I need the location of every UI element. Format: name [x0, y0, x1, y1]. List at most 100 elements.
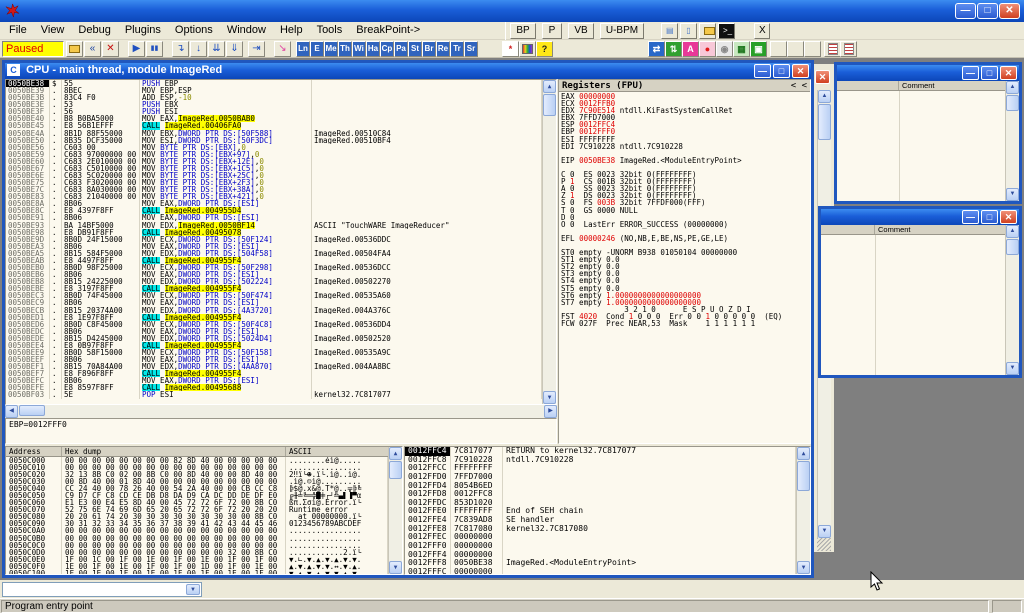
scroll-down-button[interactable]: ▼	[543, 391, 556, 404]
disasm-row[interactable]: 0050BEF1.8B15 70A84A00MOV EDX,DWORD PTR …	[6, 363, 542, 370]
menu-item-plugins[interactable]: Plugins	[118, 22, 168, 40]
column-header-blank[interactable]	[821, 225, 875, 234]
registers-header-buttons[interactable]: < <	[791, 80, 807, 92]
dump-row[interactable]: 0050C0F01E 00 1F 00 1E 00 1F 00 1F 00 1D…	[6, 563, 388, 570]
disasm-row[interactable]: 0050BEC9.8B06MOV EAX,DWORD PTR DS:[ESI]	[6, 299, 542, 306]
disasm-row[interactable]: 0050BEEF.8B06MOV EAX,DWORD PTR DS:[ESI]	[6, 356, 542, 363]
dump-column-headers[interactable]: Address Hex dump ASCII	[6, 447, 402, 457]
column-header-blank[interactable]	[837, 81, 899, 90]
run-button[interactable]: ▶	[128, 41, 145, 57]
restore-button[interactable]: □	[977, 3, 998, 19]
toolbar-pane-button-me[interactable]: Me	[324, 41, 338, 57]
toolbar-pane-button-pa[interactable]: Pa	[394, 41, 408, 57]
registers-header[interactable]: Registers (FPU) < <	[559, 80, 810, 92]
comment-window-middle-scrollbar[interactable]: ▲ ▼	[1005, 225, 1019, 375]
app-title-bar[interactable]: — □ ✕	[0, 0, 1024, 22]
disassembly-vscrollbar[interactable]: ▲ ▼	[542, 80, 556, 404]
disasm-row[interactable]: 0050BEDE.8B15 D4245000MOV EDX,DWORD PTR …	[6, 335, 542, 342]
disasm-row[interactable]: 0050BE98.E8 DB91F8FFCALL ImageRed.004950…	[6, 229, 542, 236]
background-window-close-button[interactable]: ✕	[815, 70, 830, 84]
minimize-button[interactable]: —	[962, 66, 979, 80]
menu-item-breakpoint[interactable]: BreakPoint->	[349, 22, 427, 40]
stack-row[interactable]: 0012FFDC853D1020	[405, 499, 796, 508]
command-combobox[interactable]: ▼	[2, 582, 202, 597]
scroll-thumb[interactable]	[543, 94, 556, 116]
disasm-row[interactable]: 0050BEDC.8B06MOV EAX,DWORD PTR DS:[ESI]	[6, 328, 542, 335]
help-icon[interactable]: ?	[536, 41, 553, 57]
dump-row[interactable]: 0050C07052 75 6E 74 69 6D 65 20 65 72 72…	[6, 506, 388, 513]
open-file-button[interactable]	[66, 41, 83, 57]
disasm-row[interactable]: 0050BE40.B8 B0BA5000MOV EAX,ImageRed.005…	[6, 115, 542, 122]
menu-item-debug[interactable]: Debug	[71, 22, 117, 40]
toolbar-pane-button-wi[interactable]: Wi	[352, 41, 366, 57]
dump-row[interactable]: 0050C1001F 00 1E 00 1F 00 1E 00 1F 00 1F…	[6, 570, 388, 574]
stack-row[interactable]: 0012FFFC00000000	[405, 568, 796, 574]
disasm-row[interactable]: 0050BEC3.8B0D 74F45000MOV ECX,DWORD PTR …	[6, 292, 542, 299]
scroll-down-button[interactable]: ▼	[389, 561, 402, 574]
disasm-row[interactable]: 0050BEA3.8B06MOV EAX,DWORD PTR DS:[ESI]	[6, 243, 542, 250]
disasm-row[interactable]: 0050BE8C.E8 4397F8FFCALL ImageRed.004955…	[6, 207, 542, 214]
cpu-window-title-bar[interactable]: C CPU - main thread, module ImageRed — □…	[5, 63, 811, 79]
sync-updown-icon[interactable]: ⇅	[665, 41, 682, 57]
menu-item-tools[interactable]: Tools	[310, 22, 350, 40]
toolbar-pane-button-br[interactable]: Br	[422, 41, 436, 57]
dump-row[interactable]: 0050C00000 00 00 00 00 00 00 00 82 8D 40…	[6, 457, 388, 464]
dump-row[interactable]: 0050C03000 8D 40 00 01 8D 40 00 00 00 00…	[6, 478, 388, 485]
document-icon[interactable]: ▯	[680, 23, 697, 39]
trace-over-button[interactable]: ↓	[190, 41, 207, 57]
maximize-button[interactable]: □	[981, 66, 998, 80]
dump-row[interactable]: 0050C0B000 00 00 00 00 00 00 00 00 00 00…	[6, 535, 388, 542]
disasm-row[interactable]: 0050BECB.8B15 20374A00MOV EDX,DWORD PTR …	[6, 307, 542, 314]
toolbar-empty-button[interactable]	[770, 41, 787, 57]
appearance-icon[interactable]	[519, 41, 536, 57]
scroll-down-button[interactable]: ▼	[1006, 362, 1019, 375]
toolbar-pane-button-st[interactable]: St	[408, 41, 422, 57]
pause-button[interactable]: ▮▮	[146, 41, 163, 57]
disasm-row[interactable]: 0050BEF7.E8 F896F8FFCALL ImageRed.004955…	[6, 370, 542, 377]
disasm-row[interactable]: 0050BE39.8BECMOV EBP,ESP	[6, 87, 542, 94]
stack-row[interactable]: 0012FFC87C910228ntdll.7C910228	[405, 456, 796, 465]
stack-row[interactable]: 0012FFE0FFFFFFFFEnd of SEH chain	[405, 507, 796, 516]
register-line[interactable]: FCW 027F Prec NEAR,53 Mask 1 1 1 1 1 1	[561, 320, 808, 327]
disasm-row[interactable]: 0050BEE4.E8 0B97F8FFCALL ImageRed.004955…	[6, 342, 542, 349]
info-pane[interactable]: EBP=0012FFF0	[5, 418, 557, 444]
scroll-thumb[interactable]	[1006, 239, 1019, 255]
plugin-button-u-bpm[interactable]: U-BPM	[600, 23, 644, 39]
disasm-row[interactable]: 0050BE3B.83C4 F0ADD ESP,-10	[6, 94, 542, 101]
comment-window-top-title-bar[interactable]: — □ ✕	[837, 65, 1019, 81]
disasm-row[interactable]: 0050BE75.C683 F3020000 00MOV BYTE PTR DS…	[6, 179, 542, 186]
column-header-comment[interactable]: Comment	[875, 225, 1019, 234]
dump-row[interactable]: 0050C0A000 00 00 00 00 00 00 00 00 00 00…	[6, 527, 388, 534]
stack-row[interactable]: 0012FFEC00000000	[405, 533, 796, 542]
disasm-row[interactable]: 0050BE93.BA 14BF5000MOV EDX,ImageRed.005…	[6, 222, 542, 229]
comment-window-top-scrollbar[interactable]: ▲ ▼	[1005, 81, 1019, 201]
comment-window-top-headers[interactable]: Comment	[837, 81, 1019, 91]
disasm-row[interactable]: 0050BEFC.8B06MOV EAX,DWORD PTR DS:[ESI]	[6, 377, 542, 384]
record-dot-icon[interactable]: ●	[699, 41, 716, 57]
dump-row[interactable]: 0050C050C9 D7 CF C8 CD CE DB D8 DA D9 CA…	[6, 492, 388, 499]
register-line[interactable]: EIP 0050BE38 ImageRed.<ModuleEntryPoint>	[561, 157, 808, 164]
disasm-row[interactable]: 0050BE67.C683 C5010000 00MOV BYTE PTR DS…	[6, 165, 542, 172]
folder-icon[interactable]	[699, 23, 716, 39]
dump-row[interactable]: 0050C060E1 E3 00 E4 E5 8D 40 00 45 72 72…	[6, 499, 388, 506]
disasm-row[interactable]: 0050BED6.8B0D C8F45000MOV ECX,DWORD PTR …	[6, 321, 542, 328]
scroll-down-button[interactable]: ▼	[1006, 188, 1019, 201]
disasm-row[interactable]: 0050BEAB.E8 4497F8FFCALL ImageRed.004955…	[6, 257, 542, 264]
disasm-row[interactable]: 0050BE60.C683 2E010000 00MOV BYTE PTR DS…	[6, 158, 542, 165]
log-list-icon[interactable]	[824, 41, 841, 57]
toolbar-pane-button-cp[interactable]: Cp	[380, 41, 394, 57]
register-line[interactable]: T 0 GS 0000 NULL	[561, 207, 808, 214]
disasm-row[interactable]: 0050BE50.8B35 DCF35000MOV ESI,DWORD PTR …	[6, 137, 542, 144]
disasm-row[interactable]: 0050BE7C.C683 8A030000 00MOV BYTE PTR DS…	[6, 186, 542, 193]
scroll-up-button[interactable]: ▲	[1006, 225, 1019, 238]
stack-row[interactable]: 0012FFF400000000	[405, 551, 796, 560]
comment-window-middle-title-bar[interactable]: — □ ✕	[821, 209, 1019, 225]
plugin-button-vb[interactable]: VB	[568, 23, 594, 39]
comment-window-middle-headers[interactable]: Comment	[821, 225, 1019, 235]
combobox-dropdown-button[interactable]: ▼	[186, 584, 200, 595]
cpu-minimize-button[interactable]: —	[754, 64, 771, 78]
dump-row[interactable]: 0050C02032 13 8B C0 02 00 8B C0 00 8D 40…	[6, 471, 388, 478]
swap-arrows-icon[interactable]: ⇄	[648, 41, 665, 57]
column-header-comment[interactable]: Comment	[899, 81, 1019, 90]
dump-row[interactable]: 0050C0E01F 00 1C 00 1F 00 1E 00 1F 00 1E…	[6, 556, 388, 563]
